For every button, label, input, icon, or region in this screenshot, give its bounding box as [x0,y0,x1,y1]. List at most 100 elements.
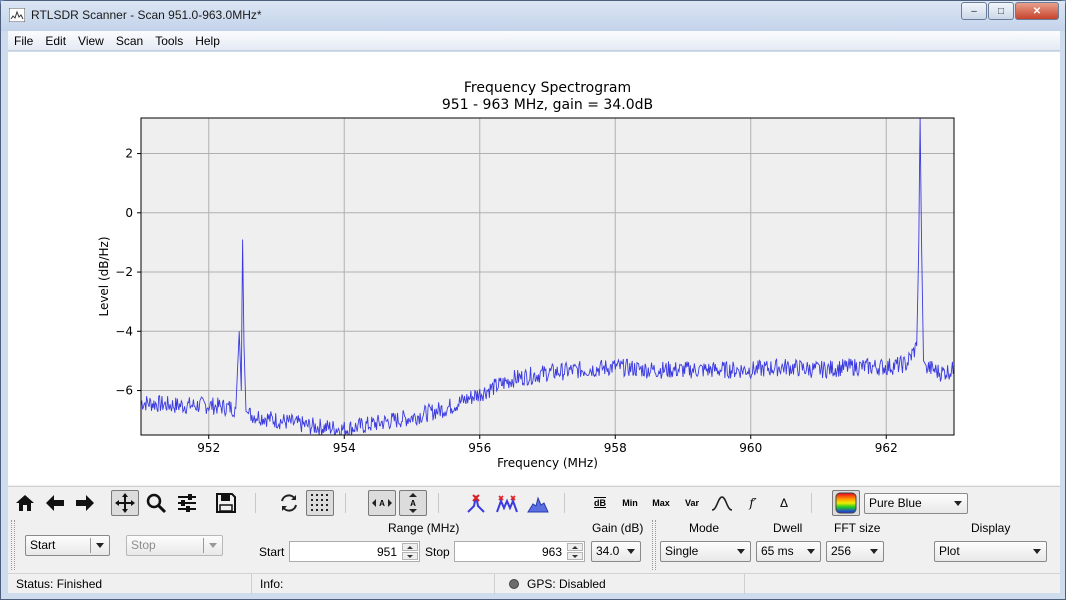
app-window: RTLSDR Scanner - Scan 951.0-963.0MHz* – … [0,0,1066,600]
menu-bar: File Edit View Scan Tools Help [8,31,1060,51]
refresh-icon [281,494,297,512]
back-button[interactable] [41,490,69,516]
window-title: RTLSDR Scanner - Scan 951.0-963.0MHz* [31,8,262,22]
peak-button[interactable] [462,490,490,516]
arrow-left-icon [46,495,64,511]
spin-down-icon[interactable] [402,552,418,560]
grid-toggle-button[interactable] [306,490,334,516]
gps-text: GPS: Disabled [527,577,606,591]
x-tick-label: 958 [604,441,627,455]
minimize-button[interactable]: – [961,2,987,20]
start-button-label: Start [30,538,56,552]
fft-size-select[interactable]: 256 [826,541,884,562]
magnifier-icon [146,493,167,514]
menu-help[interactable]: Help [189,34,226,48]
stop-freq-label: Stop [425,545,450,559]
save-button[interactable] [212,490,240,516]
x-axis-label: Frequency (MHz) [497,456,598,470]
min-button[interactable]: Min [616,490,644,516]
colormap-toggle-button[interactable] [832,490,860,516]
menu-file[interactable]: File [8,34,39,48]
range-label: Range (MHz) [388,521,460,535]
y-tick-label: −2 [115,265,133,279]
forward-button[interactable] [71,490,99,516]
floppy-disk-icon [216,493,236,513]
arrow-right-icon [76,495,94,511]
curve-icon [711,496,733,511]
delta-button[interactable]: Δ [770,490,798,516]
menu-edit[interactable]: Edit [39,34,72,48]
plot-background [141,118,954,435]
mode-select[interactable]: Single [660,541,751,562]
chevron-down-icon [870,549,878,554]
menu-tools[interactable]: Tools [149,34,189,48]
y-tick-label: 2 [125,147,133,161]
x-tick-label: 952 [197,441,220,455]
svg-text:A: A [379,499,385,508]
display-value: Plot [939,544,960,558]
derivative-label: f′ [749,496,757,510]
menu-scan[interactable]: Scan [110,34,149,48]
peaks-button[interactable] [493,490,521,516]
spin-up-icon[interactable] [567,543,583,551]
stop-freq-value: 963 [541,545,562,559]
gain-select[interactable]: 34.0 [591,541,641,562]
start-freq-input[interactable]: 951 [289,541,420,562]
pan-button[interactable] [111,490,139,516]
spin-up-icon[interactable] [402,543,418,551]
stop-freq-input[interactable]: 963 [454,541,585,562]
pan-icon [115,493,135,513]
home-button[interactable] [11,490,39,516]
autoscale-y-button[interactable]: A [399,490,427,516]
info-text: Info: [252,574,495,594]
plot-toolbar: A A dB Min Max Var f′ Δ Pure Blue [8,486,1060,518]
peak-icon [467,494,485,513]
mode-label: Mode [689,521,720,535]
spectrum-chart[interactable]: 952 954 956 958 960 962 −6 −4 −2 0 2 Frequency Spec… [8,52,1060,485]
max-label: Max [652,498,670,508]
menu-view[interactable]: View [72,34,110,48]
sliders-icon [178,494,196,512]
title-bar[interactable]: RTLSDR Scanner - Scan 951.0-963.0MHz* – … [1,1,1065,31]
start-freq-label: Start [259,545,285,559]
derivative-button[interactable]: f′ [739,490,767,516]
y-tick-label: 0 [125,206,133,220]
display-select[interactable]: Plot [934,541,1047,562]
home-icon [16,495,34,511]
maximize-button[interactable]: □ [988,2,1014,20]
peaks-icon [496,495,518,513]
stop-button[interactable]: Stop [126,535,223,556]
app-icon [9,8,25,22]
grid-icon [311,494,328,511]
fft-size-value: 256 [831,544,852,558]
start-freq-value: 951 [376,545,397,559]
db-button[interactable]: dB [586,490,614,516]
fill-button[interactable] [524,490,552,516]
var-button[interactable]: Var [678,490,706,516]
gain-label: Gain (dB) [592,521,644,535]
colormap-icon [835,492,857,514]
gps-status: GPS: Disabled [495,574,745,594]
autoscale-y-icon: A [409,493,417,513]
chevron-down-icon [627,549,635,554]
chevron-down-icon [807,549,815,554]
start-button[interactable]: Start [25,535,110,556]
spin-down-icon[interactable] [567,552,583,560]
chevron-down-icon [1033,549,1041,554]
dwell-select[interactable]: 65 ms [756,541,821,562]
plot-canvas[interactable]: 952 954 956 958 960 962 −6 −4 −2 0 2 Frequency Spec… [8,52,1060,485]
smooth-button[interactable] [708,490,736,516]
x-tick-label: 962 [875,441,898,455]
fft-size-label: FFT size [834,521,881,535]
zoom-button[interactable] [142,490,170,516]
close-button[interactable]: ✕ [1015,2,1059,20]
min-label: Min [622,498,638,508]
colormap-value: Pure Blue [869,496,922,510]
max-button[interactable]: Max [647,490,675,516]
status-text: Status: Finished [8,574,252,594]
colormap-select[interactable]: Pure Blue [864,493,968,514]
autoscale-x-button[interactable]: A [368,490,396,516]
gain-value: 34.0 [596,544,620,558]
refresh-button[interactable] [275,490,303,516]
subplot-config-button[interactable] [173,490,201,516]
